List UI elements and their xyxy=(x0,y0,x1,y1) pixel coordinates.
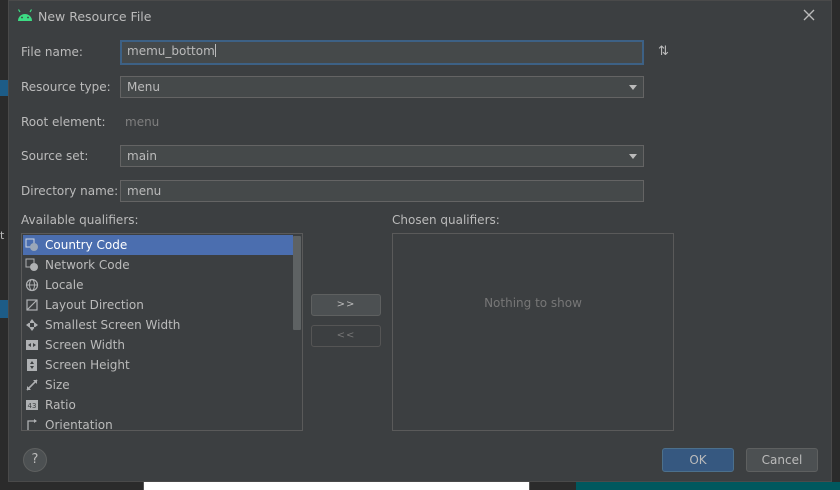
title-bar: New Resource File xyxy=(9,1,831,31)
orientation-icon xyxy=(25,418,39,430)
file-name-input[interactable]: memu_bottom xyxy=(120,40,644,65)
file-name-label: File name: xyxy=(21,45,83,59)
root-element-label: Root element: xyxy=(21,115,106,129)
background-panel xyxy=(576,482,840,490)
chevron-down-icon xyxy=(629,154,637,159)
resource-type-label: Resource type: xyxy=(21,80,111,94)
file-name-value: memu_bottom xyxy=(127,44,215,58)
list-item-screen-height[interactable]: Screen Height xyxy=(23,355,293,375)
directory-name-label: Directory name: xyxy=(21,184,119,198)
svg-text:43: 43 xyxy=(28,402,37,410)
list-scrollbar[interactable] xyxy=(293,236,301,330)
list-item-screen-width[interactable]: Screen Width xyxy=(23,335,293,355)
directory-name-value: menu xyxy=(127,184,162,198)
source-set-label: Source set: xyxy=(21,149,89,163)
screen-width-icon xyxy=(25,338,39,352)
help-button[interactable]: ? xyxy=(23,448,47,472)
available-qualifiers-list[interactable]: Country Code Network Code Locale Layout … xyxy=(21,233,303,431)
size-icon xyxy=(25,378,39,392)
chosen-qualifiers-label: Chosen qualifiers: xyxy=(392,213,500,227)
source-set-value: main xyxy=(127,149,157,163)
chevron-down-icon xyxy=(629,85,637,90)
list-item-locale[interactable]: Locale xyxy=(23,275,293,295)
text-cursor xyxy=(214,44,216,57)
screen-height-icon xyxy=(25,358,39,372)
close-icon[interactable] xyxy=(801,7,817,23)
background-window-right xyxy=(832,60,840,490)
available-qualifiers-label: Available qualifiers: xyxy=(21,213,139,227)
list-item-layout-direction[interactable]: Layout Direction xyxy=(23,295,293,315)
resource-type-value: Menu xyxy=(127,80,160,94)
source-set-select[interactable]: main xyxy=(120,145,644,167)
android-icon xyxy=(17,9,33,21)
resource-type-select[interactable]: Menu xyxy=(120,76,644,98)
list-item-ratio[interactable]: 43 Ratio xyxy=(23,395,293,415)
cancel-button[interactable]: Cancel xyxy=(746,448,818,472)
list-item-size[interactable]: Size xyxy=(23,375,293,395)
background-selection-stripe xyxy=(0,300,8,318)
root-element-value: menu xyxy=(125,115,160,129)
list-item-network-code[interactable]: Network Code xyxy=(23,255,293,275)
ok-button[interactable]: OK xyxy=(662,448,734,472)
list-item-smallest-screen-width[interactable]: Smallest Screen Width xyxy=(23,315,293,335)
list-item-orientation[interactable]: Orientation xyxy=(23,415,293,430)
add-qualifier-button[interactable]: >> xyxy=(311,294,381,316)
background-window-left xyxy=(0,60,8,490)
smallest-width-icon xyxy=(25,318,39,332)
ratio-icon: 43 xyxy=(25,398,39,412)
list-item-country-code[interactable]: Country Code xyxy=(23,235,293,255)
globe-icon xyxy=(25,278,39,292)
remove-qualifier-button[interactable]: << xyxy=(311,325,381,347)
country-code-icon xyxy=(25,238,39,252)
layout-direction-icon xyxy=(25,298,39,312)
background-text-fragment: t xyxy=(0,229,5,242)
new-resource-file-dialog: New Resource File File name: memu_bottom… xyxy=(8,0,832,482)
dialog-title: New Resource File xyxy=(38,9,152,24)
sort-icon[interactable]: ⇅ xyxy=(658,44,669,59)
directory-name-input[interactable]: menu xyxy=(120,180,644,202)
background-editor-area xyxy=(143,482,530,490)
background-selection-stripe xyxy=(0,80,8,96)
empty-state-text: Nothing to show xyxy=(484,296,582,310)
network-code-icon xyxy=(25,258,39,272)
chosen-qualifiers-list[interactable]: Nothing to show xyxy=(392,233,674,431)
